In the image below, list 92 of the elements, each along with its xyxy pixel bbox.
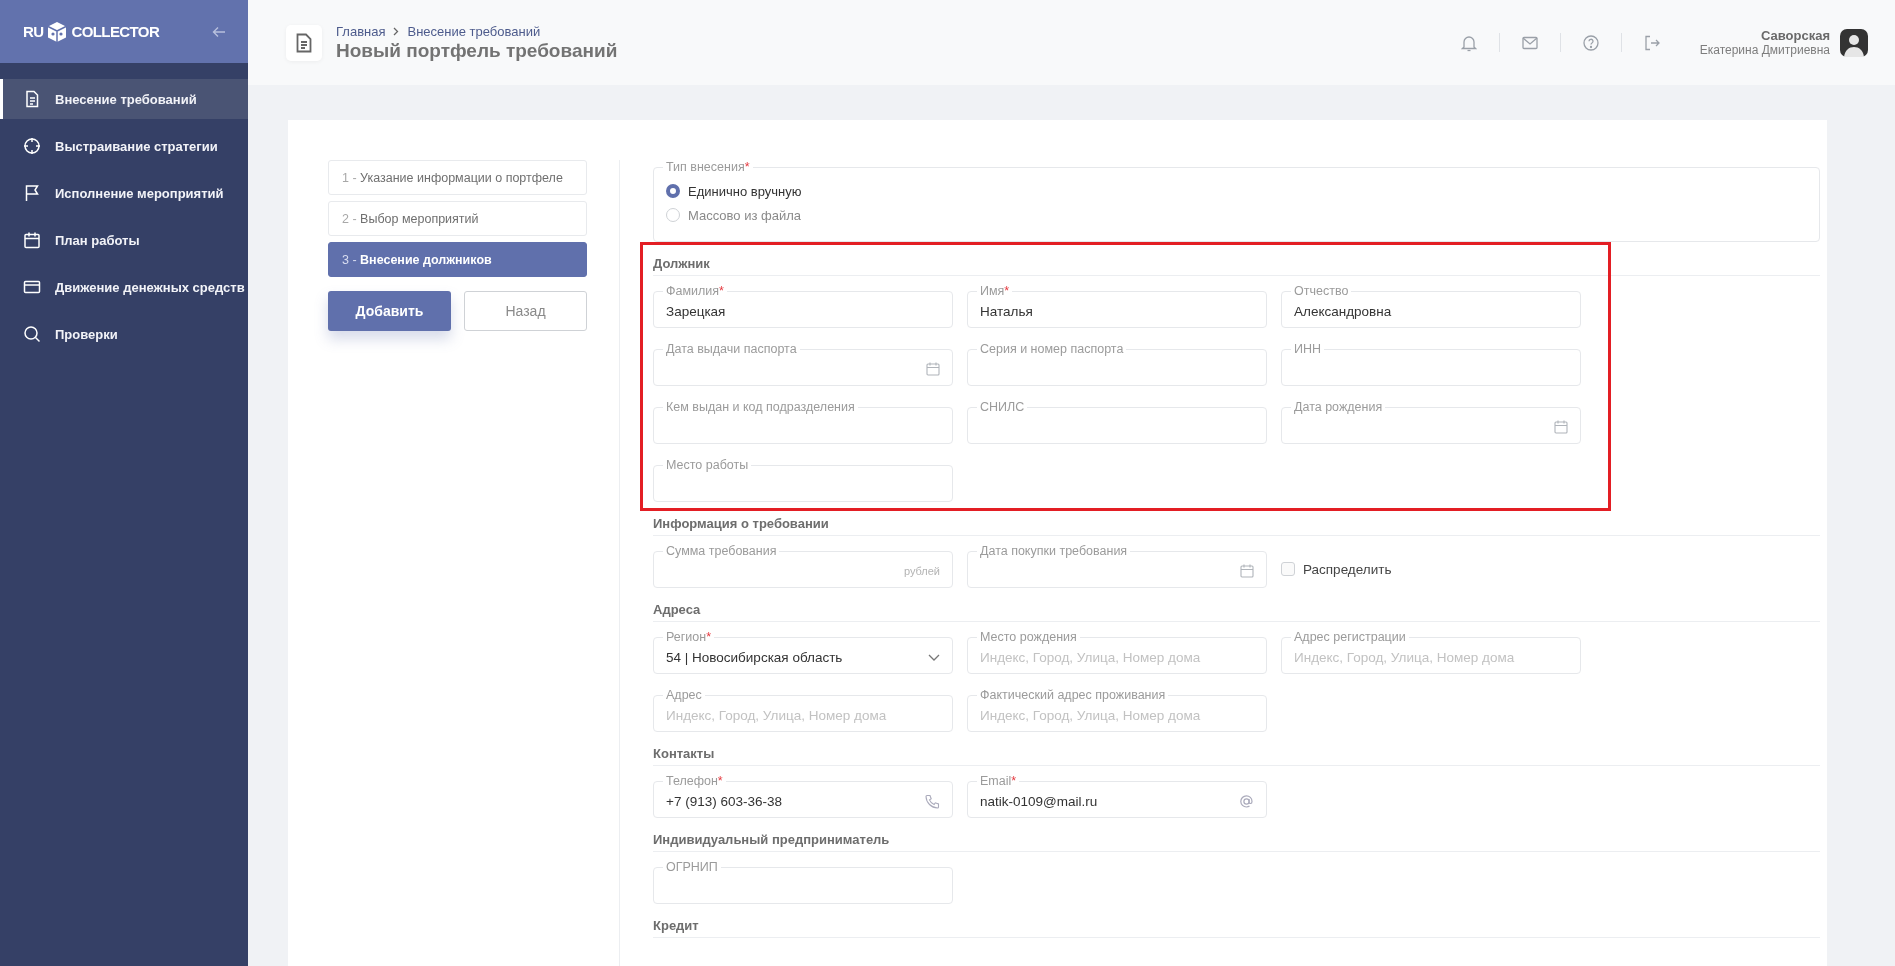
email-field[interactable]: Email* natik-0109@mail.ru	[967, 774, 1267, 818]
field-label: Кем выдан и код подразделения	[665, 400, 856, 414]
crosshair-icon	[23, 137, 41, 155]
sidebar-item[interactable]: Выстраивание стратегии	[0, 126, 248, 166]
calendar-icon[interactable]	[1240, 564, 1254, 578]
amount-field[interactable]: Сумма требования рублей	[653, 544, 953, 588]
text-field[interactable]: Место рождения Индекс, Город, Улица, Номер дома	[967, 630, 1267, 674]
cube-icon	[46, 20, 69, 43]
sidebar-item[interactable]: Проверки	[0, 314, 248, 354]
text-field[interactable]: Адрес регистрации Индекс, Город, Улица, Номер дома	[1281, 630, 1581, 674]
arrow-left-icon[interactable]	[212, 25, 226, 38]
field-label: Дата покупки требования	[979, 544, 1129, 558]
add-button[interactable]: Добавить	[328, 291, 451, 331]
text-field[interactable]: ИНН	[1281, 342, 1581, 386]
at-sign-icon	[1239, 793, 1254, 809]
text-field[interactable]: ОГРНИП	[653, 860, 953, 904]
notification-icon[interactable]	[1460, 33, 1477, 52]
date-field[interactable]: Дата выдачи паспорта	[653, 342, 953, 386]
text-field[interactable]: Имя* Наталья	[967, 284, 1267, 328]
field-label: Телефон*	[665, 774, 724, 788]
phone-field[interactable]: Телефон* +7 (913) 603-36-38	[653, 774, 953, 818]
search-icon	[23, 325, 41, 343]
date-field[interactable]: Дата рождения	[1281, 400, 1581, 444]
radio-label[interactable]: Массово из файла	[688, 207, 802, 223]
breadcrumb-link[interactable]: Главная	[336, 23, 386, 39]
calendar-icon[interactable]	[926, 362, 940, 376]
calendar-icon	[23, 231, 41, 249]
section-title: Индивидуальный предприниматель	[653, 832, 1820, 852]
user-surname: Саворская	[1759, 28, 1830, 43]
back-button[interactable]: Назад	[464, 291, 587, 331]
radio-button[interactable]	[666, 184, 680, 198]
field-label: Фамилия*	[665, 284, 725, 298]
section-title: Информация о требовании	[653, 516, 1820, 536]
step-tab[interactable]: 2 - Выбор мероприятий	[328, 201, 587, 236]
text-field[interactable]: Фактический адрес проживания Индекс, Город, Улица, Номер дома	[967, 688, 1267, 732]
document-icon	[286, 24, 322, 61]
calendar-icon[interactable]	[1554, 420, 1568, 434]
card-icon	[23, 278, 41, 296]
section-title: Должник	[653, 256, 1820, 276]
sidebar-item[interactable]: План работы	[0, 220, 248, 260]
field-label: ИНН	[1293, 342, 1323, 356]
page-title: Новый портфель требований	[336, 39, 618, 62]
field-label: СНИЛС	[979, 400, 1026, 414]
mail-icon[interactable]	[1521, 35, 1538, 50]
sidebar-item[interactable]: Внесение требований	[0, 79, 248, 119]
user-name: Екатерина Дмитриевна	[1699, 43, 1830, 57]
help-icon[interactable]	[1582, 34, 1599, 51]
field-label: Email*	[979, 774, 1018, 788]
chevron-right-icon	[393, 26, 400, 36]
field-label: Фактический адрес проживания	[979, 688, 1167, 702]
step-tab[interactable]: 3 - Внесение должников	[328, 242, 587, 277]
text-field[interactable]: Отчество Александровна	[1281, 284, 1581, 328]
chevron-down-icon[interactable]	[928, 653, 940, 661]
sidebar-item[interactable]: Исполнение мероприятий	[0, 173, 248, 213]
field-label: Тип внесения*	[665, 160, 751, 174]
document-icon	[23, 90, 41, 108]
logo-text: RU	[23, 23, 44, 40]
sidebar-item[interactable]: Движение денежных средств	[0, 267, 248, 307]
dropdown-field[interactable]: Регион* 54 | Новосибирская область	[653, 630, 953, 674]
text-field[interactable]: Кем выдан и код подразделения	[653, 400, 953, 444]
text-field[interactable]: Серия и номер паспорта	[967, 342, 1267, 386]
checkbox[interactable]	[1281, 562, 1295, 576]
text-field[interactable]: Адрес Индекс, Город, Улица, Номер дома	[653, 688, 953, 732]
avatar-icon[interactable]	[1840, 28, 1868, 57]
field-label: ОГРНИП	[665, 860, 719, 874]
field-label: Имя*	[979, 284, 1011, 298]
step-tab[interactable]: 1 - Указание информации о портфеле	[328, 160, 587, 195]
logo-text: COLLECTOR	[71, 23, 160, 40]
flag-icon	[23, 184, 41, 202]
checkbox-label[interactable]: Распределить	[1303, 561, 1392, 577]
field-label: Место работы	[665, 458, 750, 472]
field-label: Место рождения	[979, 630, 1078, 644]
section-title: Контакты	[653, 746, 1820, 766]
text-field[interactable]: СНИЛС	[967, 400, 1267, 444]
section-title: Адреса	[653, 602, 1820, 622]
radio-label[interactable]: Единично вручную	[688, 183, 802, 199]
field-label: Адрес	[665, 688, 703, 702]
field-label: Адрес регистрации	[1293, 630, 1407, 644]
field-label: Дата рождения	[1293, 400, 1384, 414]
text-field[interactable]: Фамилия* Зарецкая	[653, 284, 953, 328]
section-title: Кредит	[653, 918, 1820, 938]
field-label: Сумма требования	[665, 544, 778, 558]
unit-label: рублей	[903, 565, 940, 577]
field-label: Дата выдачи паспорта	[665, 342, 798, 356]
breadcrumb-link[interactable]: Внесение требований	[407, 23, 541, 39]
field-label: Отчество	[1293, 284, 1350, 298]
date-field[interactable]: Дата покупки требования	[967, 544, 1267, 588]
logout-icon[interactable]	[1643, 34, 1660, 51]
field-label: Серия и номер паспорта	[979, 342, 1125, 356]
text-field[interactable]: Место работы	[653, 458, 953, 502]
field-label: Регион*	[665, 630, 712, 644]
phone-icon	[925, 793, 940, 809]
